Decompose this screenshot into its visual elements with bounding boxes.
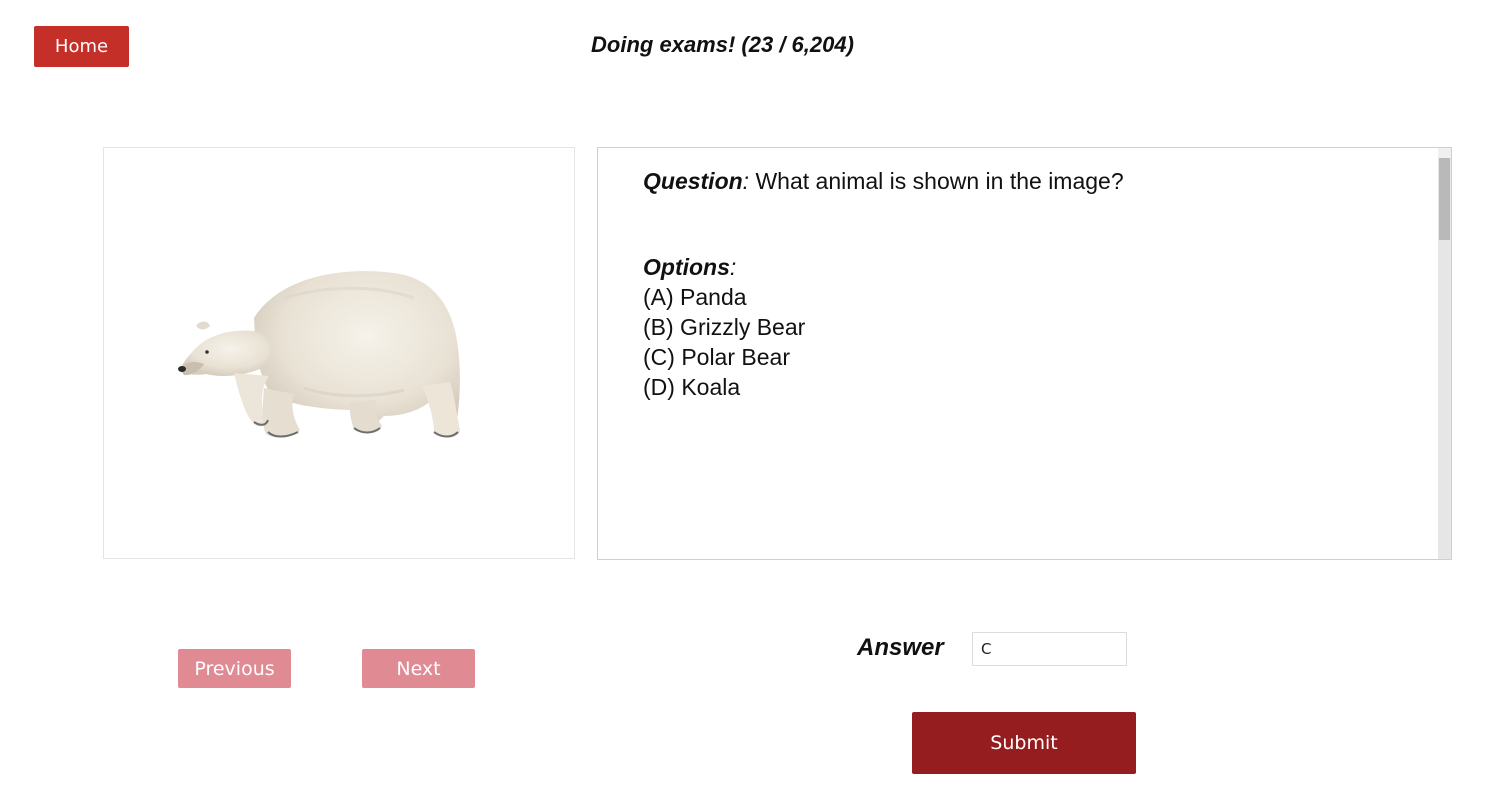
scroll-up-arrow[interactable]	[1438, 148, 1451, 158]
next-button[interactable]: Next	[362, 649, 475, 688]
options-heading: Options:	[643, 254, 737, 280]
exam-page: Home Doing exams! (23 / 6,204) Question:…	[0, 0, 1495, 802]
option-b: (B) Grizzly Bear	[643, 314, 806, 340]
options-label: Options	[643, 254, 730, 280]
option-c: (C) Polar Bear	[643, 344, 790, 370]
question-scrollbar[interactable]	[1438, 148, 1451, 559]
scroll-thumb[interactable]	[1439, 158, 1450, 240]
polar-bear-image	[178, 271, 460, 438]
option-a: (A) Panda	[643, 284, 747, 310]
answer-input[interactable]	[972, 632, 1127, 666]
option-d: (D) Koala	[643, 374, 741, 400]
question-line: Question: What animal is shown in the im…	[643, 168, 1124, 194]
question-label: Question	[643, 168, 743, 194]
question-text: What animal is shown in the image?	[749, 168, 1124, 194]
question-content: Question: What animal is shown in the im…	[643, 166, 1124, 402]
image-panel	[103, 147, 575, 559]
question-panel[interactable]: Question: What animal is shown in the im…	[597, 147, 1452, 560]
page-title: Doing exams! (23 / 6,204)	[591, 32, 854, 57]
submit-button[interactable]: Submit	[912, 712, 1136, 774]
previous-button[interactable]: Previous	[178, 649, 291, 688]
answer-label: Answer	[857, 634, 944, 661]
